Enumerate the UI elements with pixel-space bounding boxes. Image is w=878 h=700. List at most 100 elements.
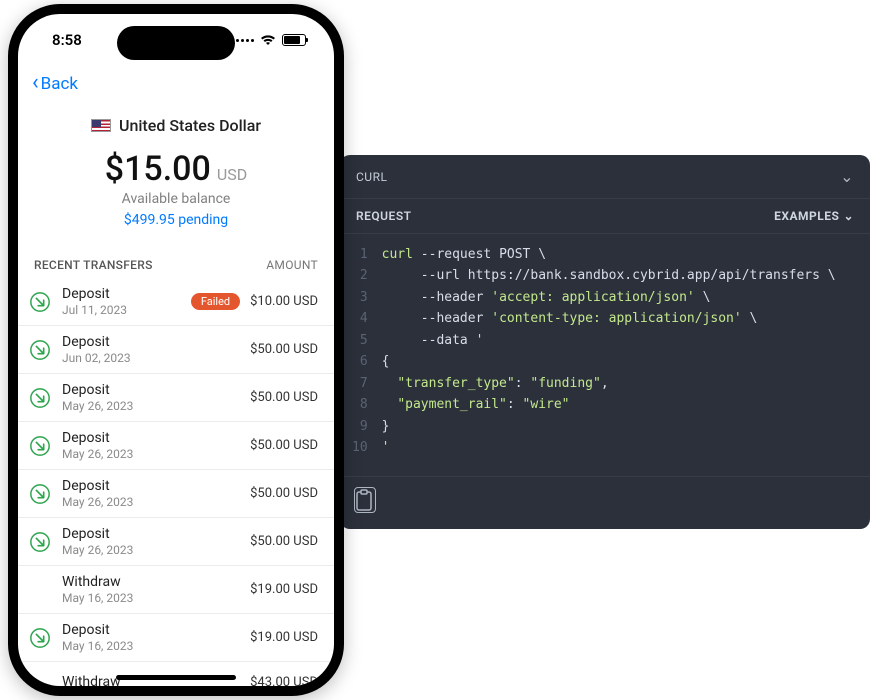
status-icons — [236, 34, 306, 46]
chevron-down-icon[interactable]: ⌄ — [840, 167, 854, 186]
status-badge: Failed — [191, 293, 240, 310]
transfer-amount: $19.00 USD — [250, 630, 318, 645]
transfer-title: Withdraw — [62, 574, 240, 590]
transfer-main: DepositMay 16, 2023 — [62, 622, 240, 653]
chevron-left-icon: ‹ — [32, 72, 39, 94]
transfer-amount: $19.00 USD — [250, 582, 318, 597]
transfer-date: May 26, 2023 — [62, 399, 240, 413]
transfer-date: Jun 02, 2023 — [62, 351, 240, 365]
code-panel: CURL ⌄ REQUEST EXAMPLES ⌄ 12345678910 cu… — [340, 155, 870, 529]
code-content: curl --request POST \ --url https://bank… — [382, 244, 836, 458]
transfer-row[interactable]: DepositMay 26, 2023 $50.00 USD — [18, 422, 334, 470]
us-flag-icon — [91, 119, 111, 132]
transfer-main: DepositMay 26, 2023 — [62, 382, 240, 413]
back-label: Back — [41, 74, 78, 94]
transfer-title: Deposit — [62, 286, 181, 302]
transfer-main: DepositJul 11, 2023 — [62, 286, 181, 317]
transfer-row[interactable]: DepositMay 26, 2023 $50.00 USD — [18, 518, 334, 566]
line-number: 3 — [352, 287, 368, 308]
deposit-icon — [28, 434, 52, 458]
transfer-main: DepositMay 26, 2023 — [62, 526, 240, 557]
code-gutter: 12345678910 — [352, 244, 382, 458]
cellular-icon — [236, 39, 254, 42]
transfer-title: Deposit — [62, 430, 240, 446]
deposit-icon — [28, 626, 52, 650]
transfer-title: Deposit — [62, 622, 240, 638]
chevron-down-icon: ⌄ — [843, 209, 854, 223]
line-number: 5 — [352, 330, 368, 351]
transfers-section-header: RECENT TRANSFERS AMOUNT — [18, 240, 334, 278]
amount-label: AMOUNT — [266, 258, 318, 272]
battery-icon — [282, 34, 306, 46]
balance-amount: $15.00 USD — [18, 149, 334, 189]
transfer-row[interactable]: DepositMay 26, 2023 $50.00 USD — [18, 470, 334, 518]
deposit-icon — [28, 290, 52, 314]
panel-subheader: REQUEST EXAMPLES ⌄ — [340, 198, 870, 234]
panel-header[interactable]: CURL ⌄ — [340, 155, 870, 198]
transfer-row[interactable]: Withdraw$43.00 USD — [18, 662, 334, 686]
transfer-list[interactable]: DepositJul 11, 2023Failed$10.00 USDDepos… — [18, 278, 334, 686]
transfer-title: Deposit — [62, 478, 240, 494]
line-number: 10 — [352, 437, 368, 458]
line-number: 2 — [352, 265, 368, 286]
line-number: 1 — [352, 244, 368, 265]
transfer-main: WithdrawMay 16, 2023 — [62, 574, 240, 605]
transfer-amount: $10.00 USD — [250, 294, 318, 309]
transfer-amount: $50.00 USD — [250, 486, 318, 501]
line-number: 4 — [352, 308, 368, 329]
phone-notch — [117, 26, 235, 60]
transfer-row[interactable]: DepositJun 02, 2023 $50.00 USD — [18, 326, 334, 374]
transfer-title: Deposit — [62, 382, 240, 398]
transfer-date: May 16, 2023 — [62, 639, 240, 653]
examples-dropdown[interactable]: EXAMPLES ⌄ — [774, 209, 854, 223]
examples-label: EXAMPLES — [774, 209, 839, 223]
transfer-amount: $50.00 USD — [250, 342, 318, 357]
phone-frame: 8:58 ‹ Back United States Dollar $15.00 — [8, 4, 344, 696]
deposit-icon — [28, 338, 52, 362]
transfer-date: May 26, 2023 — [62, 543, 240, 557]
clipboard-icon — [356, 489, 374, 511]
transfer-amount: $50.00 USD — [250, 390, 318, 405]
transfer-row[interactable]: DepositMay 16, 2023 $19.00 USD — [18, 614, 334, 662]
account-header: United States Dollar $15.00 USD Availabl… — [18, 102, 334, 240]
currency-name: United States Dollar — [119, 116, 261, 135]
transfer-title: Deposit — [62, 526, 240, 542]
deposit-icon — [28, 386, 52, 410]
pending-link[interactable]: $499.95 pending — [18, 212, 334, 228]
transfers-label: RECENT TRANSFERS — [34, 258, 153, 272]
line-number: 9 — [352, 416, 368, 437]
transfer-date: Jul 11, 2023 — [62, 303, 181, 317]
home-indicator[interactable] — [116, 675, 236, 680]
transfer-date: May 26, 2023 — [62, 495, 240, 509]
line-number: 6 — [352, 351, 368, 372]
wifi-icon — [260, 34, 276, 46]
balance-value: $15.00 — [105, 149, 211, 189]
transfer-row[interactable]: WithdrawMay 16, 2023 $19.00 USD — [18, 566, 334, 614]
deposit-icon — [28, 482, 52, 506]
balance-suffix: USD — [217, 165, 247, 184]
transfer-main: DepositJun 02, 2023 — [62, 334, 240, 365]
transfer-date: May 26, 2023 — [62, 447, 240, 461]
balance-label: Available balance — [18, 191, 334, 207]
request-label: REQUEST — [356, 209, 412, 223]
status-time: 8:58 — [52, 31, 82, 49]
line-number: 7 — [352, 373, 368, 394]
transfer-amount: $43.00 USD — [250, 675, 318, 687]
transfer-amount: $50.00 USD — [250, 534, 318, 549]
code-block[interactable]: 12345678910 curl --request POST \ --url … — [340, 234, 870, 476]
deposit-icon — [28, 530, 52, 554]
transfer-amount: $50.00 USD — [250, 438, 318, 453]
back-button[interactable]: ‹ Back — [32, 74, 78, 94]
line-number: 8 — [352, 394, 368, 415]
transfer-row[interactable]: DepositMay 26, 2023 $50.00 USD — [18, 374, 334, 422]
phone-screen: 8:58 ‹ Back United States Dollar $15.00 — [18, 14, 334, 686]
transfer-main: DepositMay 26, 2023 — [62, 478, 240, 509]
panel-footer — [340, 476, 870, 529]
copy-button[interactable] — [354, 487, 376, 513]
transfer-row[interactable]: DepositJul 11, 2023 Failed $10.00 USD — [18, 278, 334, 326]
transfer-date: May 16, 2023 — [62, 591, 240, 605]
currency-row: United States Dollar — [18, 116, 334, 135]
nav-bar: ‹ Back — [18, 66, 334, 102]
panel-tab-label: CURL — [356, 170, 387, 184]
transfer-title: Deposit — [62, 334, 240, 350]
